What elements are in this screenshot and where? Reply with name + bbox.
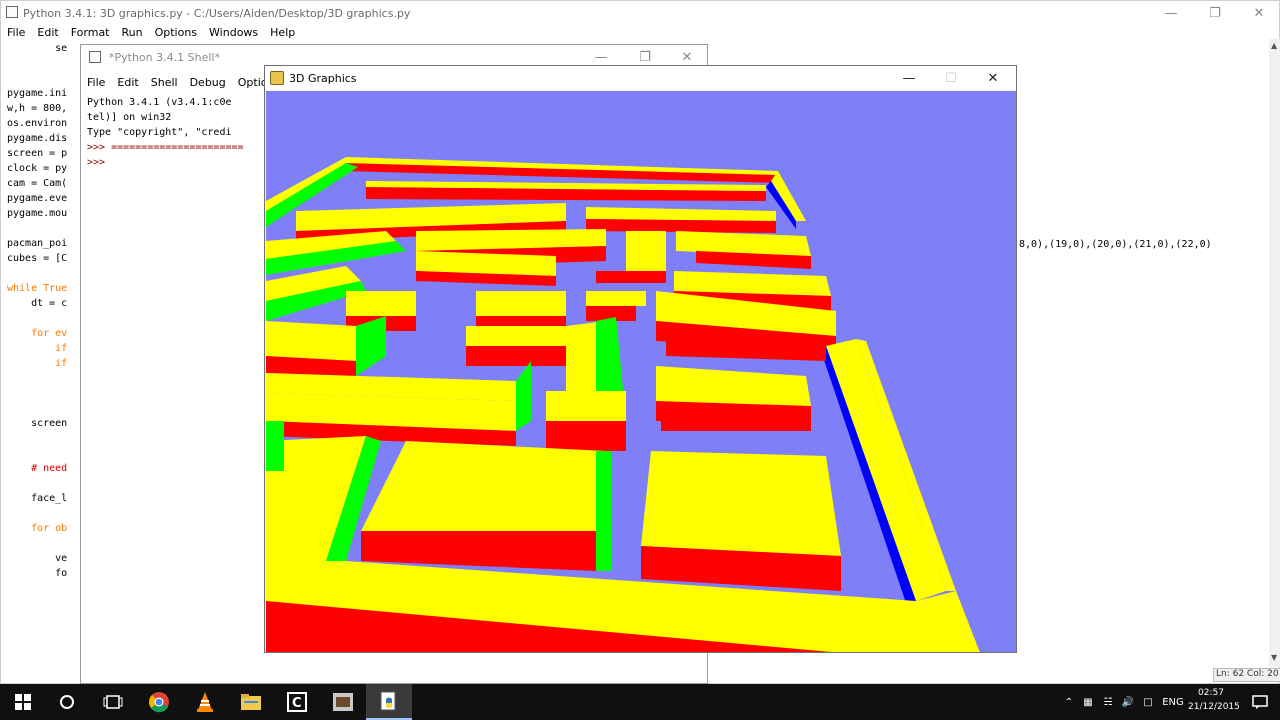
editor-title: Python 3.4.1: 3D graphics.py - C:/Users/…: [23, 6, 411, 20]
task-view-icon[interactable]: [90, 684, 136, 720]
editor-code-line: # need: [7, 463, 68, 474]
scroll-down-arrow-icon[interactable]: ▼: [1271, 653, 1277, 662]
editor-menu-file[interactable]: File: [1, 26, 31, 39]
taskbar-clock[interactable]: 02:57 21/12/2015: [1188, 686, 1240, 714]
graphics-minimize-icon[interactable]: —: [889, 66, 929, 90]
file-explorer-icon[interactable]: [228, 684, 274, 720]
editor-code-line: if: [7, 358, 68, 369]
editor-code-line: [7, 506, 81, 521]
shell-output-line: tel)] on win32: [87, 112, 172, 123]
editor-code-line: [7, 221, 81, 236]
editor-menu-format[interactable]: Format: [65, 26, 116, 39]
graphics-close-icon[interactable]: ✕: [973, 66, 1013, 90]
shell-output-line: >>>: [87, 157, 112, 168]
language-indicator[interactable]: ENG: [1158, 697, 1188, 708]
system-tray: ⌃ ▦ ☵ 🔊 □ ENG: [1060, 684, 1188, 720]
editor-code-area[interactable]: se pygame.ini w,h = 800, os.environ pygame.d…: [7, 41, 92, 581]
editor-code-line: [7, 71, 81, 86]
svg-text:C: C: [292, 696, 302, 711]
show-hidden-icons-icon[interactable]: ⌃: [1060, 697, 1078, 708]
shell-output-line: >>> ======================: [87, 142, 244, 153]
editor-code-line: pygame.eve: [7, 193, 68, 204]
editor-app-icon: [6, 6, 18, 18]
search-icon[interactable]: [44, 684, 90, 720]
editor-code-line: [7, 311, 81, 326]
media-app-icon[interactable]: [320, 684, 366, 720]
editor-code-line: face_l: [7, 493, 68, 504]
editor-code-line: pygame.dis: [7, 133, 68, 144]
editor-code-line: w,h = 800,: [7, 103, 68, 114]
editor-code-line: pacman_poi: [7, 238, 68, 249]
shell-menu-shell[interactable]: Shell: [145, 76, 184, 89]
editor-code-line: [7, 371, 81, 386]
editor-minimize-icon[interactable]: —: [1151, 1, 1191, 25]
editor-maximize-icon[interactable]: ❐: [1195, 1, 1235, 25]
editor-code-line: [7, 431, 81, 446]
pygame-app-icon: [270, 71, 284, 85]
editor-code-line: [7, 56, 81, 71]
clock-time: 02:57: [1198, 688, 1224, 698]
editor-menu-options[interactable]: Options: [149, 26, 203, 39]
vlc-icon[interactable]: [182, 684, 228, 720]
editor-code-line: cam = Cam(: [7, 178, 68, 189]
editor-code-line: for ev: [7, 328, 68, 339]
graphics-window: 3D Graphics — ☐ ✕: [264, 65, 1017, 653]
editor-code-line: for ob: [7, 523, 68, 534]
clock-date: 21/12/2015: [1188, 702, 1240, 712]
editor-code-line: ve: [7, 553, 68, 564]
editor-code-line: [7, 266, 81, 281]
message-icon[interactable]: □: [1138, 697, 1158, 708]
editor-menu-run[interactable]: Run: [116, 26, 149, 39]
maze-render-canvas[interactable]: [266, 91, 1016, 652]
shell-output-line: Type "copyright", "credi: [87, 127, 232, 138]
shell-menu-edit[interactable]: Edit: [111, 76, 144, 89]
editor-code-line: pygame.mou: [7, 208, 68, 219]
editor-code-line: cubes = [C: [7, 253, 68, 264]
wifi-icon[interactable]: ☵: [1098, 697, 1118, 708]
shell-output-area[interactable]: Python 3.4.1 (v3.4.1:c0e tel)] on win32 Ty…: [87, 95, 244, 170]
scroll-up-arrow-icon[interactable]: ▲: [1271, 41, 1277, 50]
app-c-icon[interactable]: C: [274, 684, 320, 720]
graphics-title: 3D Graphics: [289, 71, 357, 85]
editor-status-bar: Ln: 62 Col: 20: [1213, 668, 1280, 682]
shell-app-icon: [89, 51, 101, 63]
editor-code-line: pygame.ini: [7, 88, 68, 99]
action-center-icon[interactable]: [1240, 684, 1280, 720]
editor-menu-windows[interactable]: Windows: [203, 26, 264, 39]
windows-taskbar: C ⌃ ▦ ☵ 🔊 □ ENG 02:57 21/12/2015: [0, 684, 1280, 720]
editor-code-line: se: [7, 43, 68, 54]
network-icon[interactable]: ▦: [1078, 697, 1098, 708]
shell-output-line: Python 3.4.1 (v3.4.1:c0e: [87, 97, 232, 108]
graphics-titlebar: 3D Graphics — ☐ ✕: [265, 66, 1016, 90]
editor-menu-help[interactable]: Help: [264, 26, 301, 39]
chrome-icon[interactable]: [136, 684, 182, 720]
editor-code-line: screen: [7, 418, 68, 429]
editor-code-line: while True: [7, 283, 68, 294]
editor-code-line: ca: [7, 388, 92, 399]
editor-code-line: [7, 476, 81, 491]
editor-scrollbar[interactable]: ▲ ▼: [1269, 39, 1280, 667]
editor-code-line: [7, 536, 81, 551]
windows-start-icon[interactable]: [0, 684, 46, 720]
volume-icon[interactable]: 🔊: [1118, 697, 1138, 708]
editor-code-line: if: [7, 343, 68, 354]
editor-menubar: File Edit Format Run Options Windows Help: [1, 25, 1279, 39]
editor-code-line: clock = py: [7, 163, 68, 174]
shell-menu-debug[interactable]: Debug: [184, 76, 232, 89]
editor-code-line: os.environ: [7, 118, 68, 129]
editor-code-right: 8,0),(19,0),(20,0),(21,0),(22,0): [1019, 239, 1212, 250]
editor-code-line: [7, 446, 81, 461]
python-idle-icon[interactable]: [366, 684, 412, 720]
graphics-maximize-icon[interactable]: ☐: [931, 66, 971, 90]
editor-code-line: [7, 401, 81, 416]
shell-menu-file[interactable]: File: [81, 76, 111, 89]
shell-title: *Python 3.4.1 Shell*: [109, 50, 220, 64]
editor-titlebar: Python 3.4.1: 3D graphics.py - C:/Users/…: [1, 1, 1279, 25]
maze-3d-view: [266, 91, 1016, 652]
editor-close-icon[interactable]: ✕: [1239, 1, 1279, 25]
editor-code-line: fo: [7, 568, 68, 579]
editor-menu-edit[interactable]: Edit: [31, 26, 64, 39]
editor-code-line: dt = c: [7, 298, 68, 309]
editor-code-line: screen = p: [7, 148, 68, 159]
